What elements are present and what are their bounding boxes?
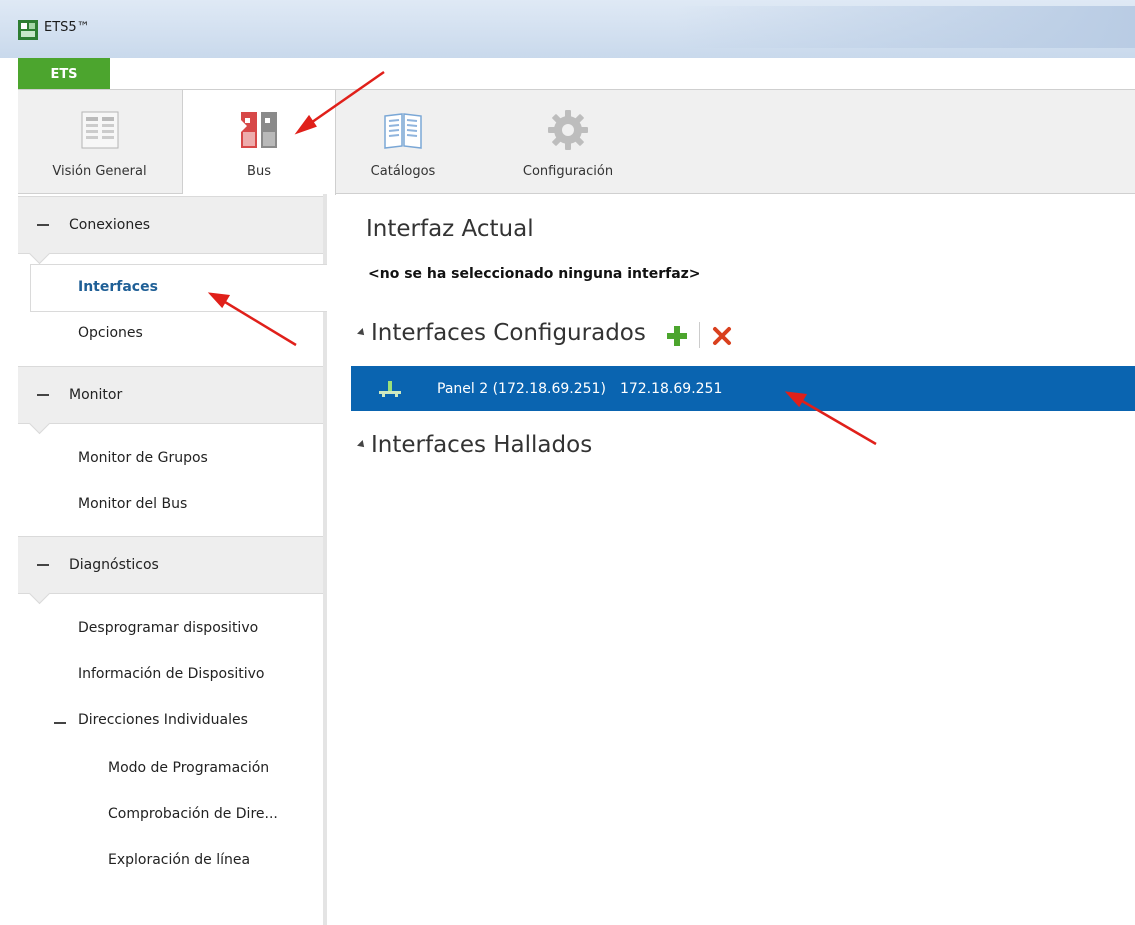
tab-catalogos[interactable]: Catálogos <box>338 90 468 194</box>
ets-logo-icon <box>18 20 38 40</box>
section-title: Interfaces Hallados <box>371 432 593 458</box>
sidebar-item-monitor-bus[interactable]: Monitor del Bus <box>78 496 187 512</box>
ribbon: Visión General Bus Catálogos Configuraci… <box>18 90 1135 195</box>
tab-vision-general[interactable]: Visión General <box>18 90 181 194</box>
main-panel: Interfaz Actual <no se ha seleccionado n… <box>327 194 1135 925</box>
window-titlebar: ETS5™ <box>0 0 1135 58</box>
sidebar-item-exploracion[interactable]: Exploración de línea <box>108 852 250 868</box>
group-notch <box>28 412 51 435</box>
section-configured[interactable]: Interfaces Configurados <box>357 320 646 346</box>
titlebar-background <box>675 6 1135 48</box>
group-conexiones[interactable]: Conexiones <box>18 196 323 265</box>
expand-triangle-icon <box>357 440 367 450</box>
expand-triangle-icon <box>357 328 367 338</box>
tab-label: Configuración <box>522 164 614 179</box>
gear-icon <box>548 110 588 150</box>
section-title: Interfaces Configurados <box>371 320 646 346</box>
interface-row[interactable]: Panel 2 (172.18.69.251) 172.18.69.251 <box>351 366 1135 411</box>
sidebar-item-comprobacion[interactable]: Comprobación de Dire... <box>108 806 278 822</box>
tab-label: Catálogos <box>370 164 436 179</box>
group-label: Conexiones <box>69 217 151 233</box>
catalog-book-icon <box>384 113 422 149</box>
group-monitor[interactable]: Monitor <box>18 366 323 435</box>
add-icon[interactable] <box>666 325 688 347</box>
overview-grid-icon <box>81 111 118 149</box>
tab-bus[interactable]: Bus <box>182 90 336 195</box>
sidebar-item-modo-programacion[interactable]: Modo de Programación <box>108 760 269 776</box>
sidebar-item-monitor-grupos[interactable]: Monitor de Grupos <box>78 450 208 466</box>
group-label: Diagnósticos <box>69 557 159 573</box>
current-interface-title: Interfaz Actual <box>366 216 534 242</box>
group-diagnosticos[interactable]: Diagnósticos <box>18 536 323 605</box>
tab-configuracion[interactable]: Configuración <box>488 90 648 194</box>
tree-collapse-icon[interactable] <box>54 722 66 724</box>
interface-ip: 172.18.69.251 <box>619 380 723 397</box>
sidebar: Conexiones Interfaces Opciones Monitor M… <box>18 194 327 925</box>
ets-app-tab[interactable]: ETS <box>18 58 110 90</box>
current-interface-value: <no se ha seleccionado ninguna interfaz> <box>368 266 701 282</box>
collapse-icon <box>37 564 49 566</box>
sidebar-item-interfaces[interactable]: Interfaces <box>30 264 327 312</box>
section-found[interactable]: Interfaces Hallados <box>357 432 593 458</box>
bus-icon <box>241 112 277 148</box>
group-notch <box>28 582 51 605</box>
delete-icon[interactable] <box>712 326 732 346</box>
toolbar-separator <box>699 322 700 348</box>
interface-name: Panel 2 (172.18.69.251) <box>437 380 606 397</box>
group-notch <box>28 242 51 265</box>
tab-label: Bus <box>247 164 271 179</box>
sidebar-item-desprogramar[interactable]: Desprogramar dispositivo <box>78 620 258 636</box>
sidebar-item-label: Interfaces <box>78 279 158 295</box>
tab-label: Visión General <box>52 164 147 179</box>
tree-node-direcciones[interactable]: Direcciones Individuales <box>78 712 248 728</box>
collapse-icon <box>37 224 49 226</box>
sidebar-item-opciones[interactable]: Opciones <box>78 325 143 341</box>
network-connection-icon <box>379 380 401 397</box>
group-label: Monitor <box>69 387 123 403</box>
collapse-icon <box>37 394 49 396</box>
sidebar-item-informacion[interactable]: Información de Dispositivo <box>78 666 264 682</box>
window-title: ETS5™ <box>44 20 90 35</box>
